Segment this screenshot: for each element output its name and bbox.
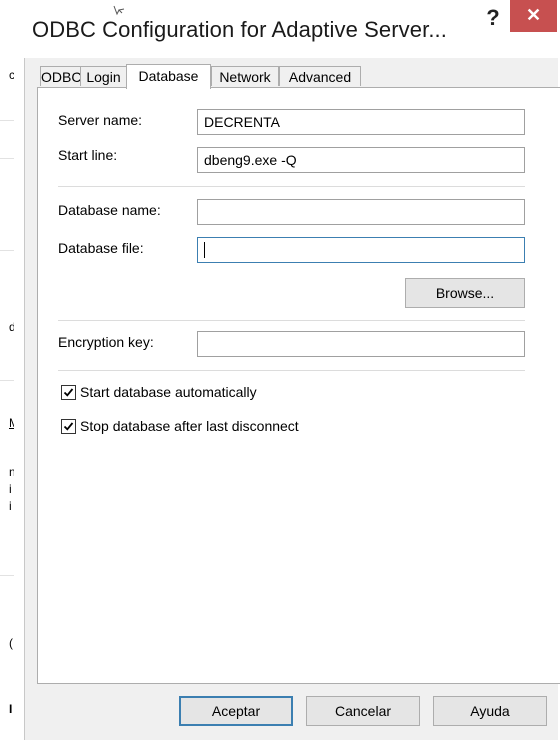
- mouse-cursor-icon: [113, 4, 127, 20]
- checkmark-icon: [63, 388, 74, 397]
- stop-after-disconnect-checkbox[interactable]: [61, 419, 76, 434]
- cancel-button[interactable]: Cancelar: [306, 696, 420, 726]
- server-name-label: Server name:: [58, 112, 143, 128]
- tab-login[interactable]: Login: [80, 66, 127, 86]
- background-divider: [0, 120, 14, 121]
- background-divider: [0, 575, 14, 576]
- help-text-button[interactable]: Ayuda: [433, 696, 547, 726]
- tab-database[interactable]: Database: [126, 64, 211, 89]
- database-tab-panel: Server name: Start line: Database name: …: [37, 87, 560, 684]
- tab-advanced[interactable]: Advanced: [279, 66, 361, 86]
- start-automatically-checkbox[interactable]: [61, 385, 76, 400]
- window-title: ODBC Configuration for Adaptive Server..…: [32, 17, 447, 42]
- stop-after-disconnect-label[interactable]: Stop database after last disconnect: [80, 418, 299, 434]
- background-text: (: [9, 636, 13, 650]
- background-window: c d M n i i ( I: [0, 0, 19, 740]
- database-name-input[interactable]: [197, 199, 525, 225]
- section-divider: [58, 186, 525, 187]
- encryption-key-label: Encryption key:: [58, 334, 154, 350]
- background-text: i: [9, 499, 12, 513]
- background-divider: [0, 158, 14, 159]
- start-automatically-label[interactable]: Start database automatically: [80, 384, 257, 400]
- section-divider: [58, 320, 525, 321]
- section-divider: [58, 370, 525, 371]
- server-name-input[interactable]: [197, 109, 525, 135]
- background-text: I: [9, 702, 13, 716]
- title-bar[interactable]: ODBC Configuration for Adaptive Server..…: [14, 0, 560, 48]
- encryption-key-input[interactable]: [197, 331, 525, 357]
- background-divider: [0, 250, 14, 251]
- text-caret: [204, 242, 205, 258]
- background-divider: [0, 380, 14, 381]
- start-line-input[interactable]: [197, 147, 525, 173]
- browse-button[interactable]: Browse...: [405, 278, 525, 308]
- database-name-label: Database name:: [58, 202, 161, 218]
- tab-network[interactable]: Network: [211, 66, 279, 86]
- checkmark-icon: [63, 422, 74, 431]
- background-text: i: [9, 482, 12, 496]
- tab-odbc[interactable]: ODBC: [40, 66, 81, 86]
- start-line-label: Start line:: [58, 147, 118, 163]
- database-file-input[interactable]: [197, 237, 525, 263]
- database-file-label: Database file:: [58, 240, 144, 256]
- close-button[interactable]: ✕: [510, 0, 557, 32]
- odbc-config-dialog: ODBC Configuration for Adaptive Server..…: [14, 0, 560, 740]
- ok-button[interactable]: Aceptar: [179, 696, 293, 726]
- help-button[interactable]: ?: [484, 5, 502, 31]
